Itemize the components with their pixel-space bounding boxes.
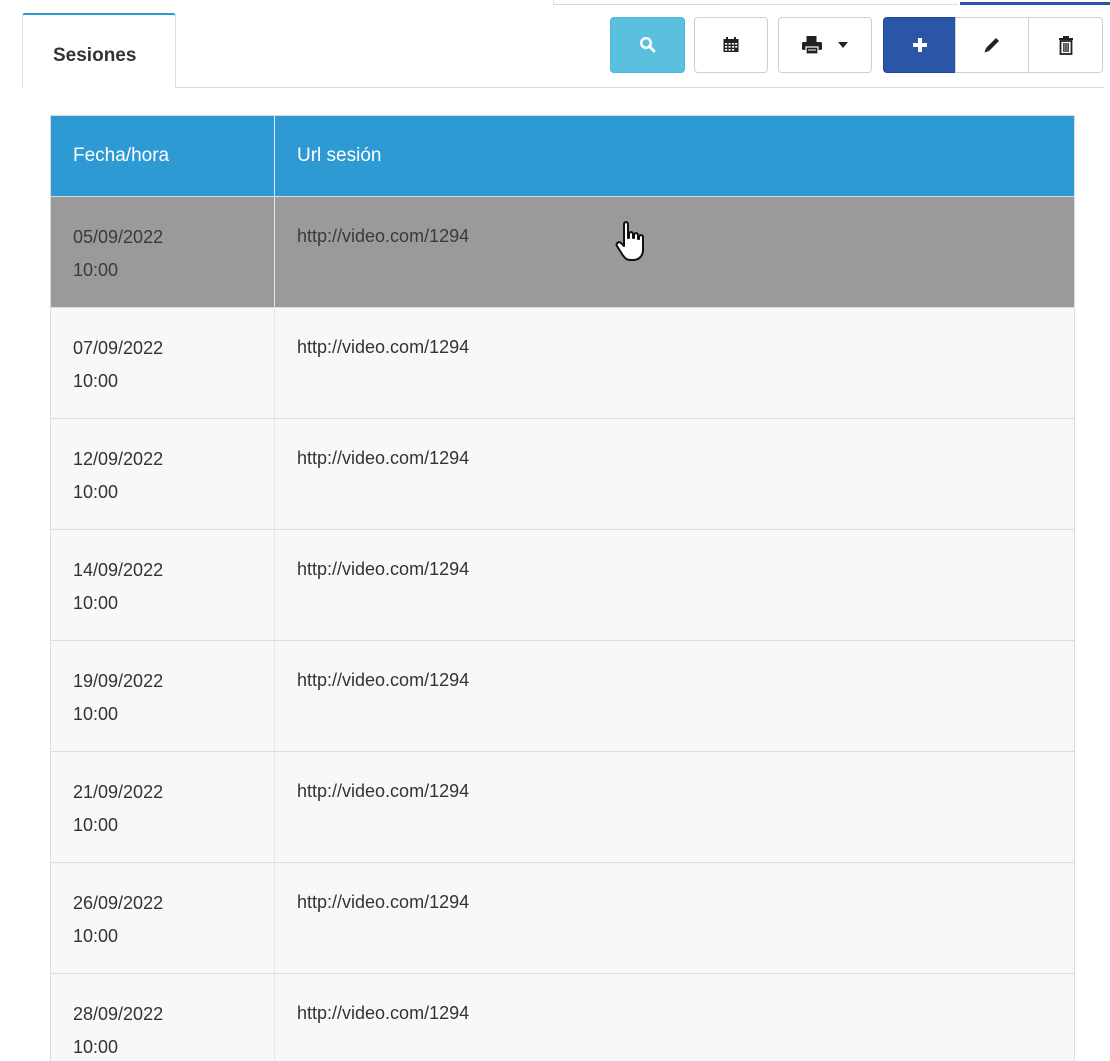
session-time: 10:00 — [73, 260, 119, 280]
page: Sesiones Fecha/hora Url sesión 05/09/202… — [0, 0, 1110, 1061]
session-date: 14/09/2022 — [73, 560, 164, 580]
session-date: 28/09/2022 — [73, 1004, 164, 1024]
column-header-fecha-hora[interactable]: Fecha/hora — [51, 116, 275, 196]
delete-button[interactable] — [1028, 17, 1103, 73]
print-icon — [802, 36, 822, 55]
column-header-url-sesion[interactable]: Url sesión — [275, 116, 1074, 196]
cell-fecha-hora: 28/09/2022 10:00 — [51, 974, 275, 1061]
cell-fecha-hora: 14/09/2022 10:00 — [51, 530, 275, 640]
session-time: 10:00 — [73, 926, 119, 946]
table-row[interactable]: 12/09/2022 10:00 http://video.com/1294 — [51, 418, 1074, 529]
cell-url-sesion: http://video.com/1294 — [297, 1003, 470, 1023]
cell-fecha-hora: 19/09/2022 10:00 — [51, 641, 275, 751]
session-date: 05/09/2022 — [73, 227, 164, 247]
calendar-button[interactable] — [694, 17, 768, 73]
cell-url-sesion: http://video.com/1294 — [297, 226, 470, 246]
cell-url-sesion: http://video.com/1294 — [297, 892, 470, 912]
session-time: 10:00 — [73, 704, 119, 724]
table-header: Fecha/hora Url sesión — [51, 116, 1074, 196]
search-icon — [639, 36, 655, 53]
calendar-icon — [723, 37, 739, 52]
session-time: 10:00 — [73, 1037, 119, 1057]
table-row[interactable]: 26/09/2022 10:00 http://video.com/1294 — [51, 862, 1074, 973]
cell-fecha-hora: 12/09/2022 10:00 — [51, 419, 275, 529]
cell-fecha-hora: 07/09/2022 10:00 — [51, 308, 275, 418]
table-row[interactable]: 19/09/2022 10:00 http://video.com/1294 — [51, 640, 1074, 751]
session-time: 10:00 — [73, 815, 119, 835]
session-time: 10:00 — [73, 593, 119, 613]
session-date: 19/09/2022 — [73, 671, 164, 691]
session-date: 21/09/2022 — [73, 782, 164, 802]
print-dropdown-button[interactable] — [778, 17, 872, 73]
table-row[interactable]: 14/09/2022 10:00 http://video.com/1294 — [51, 529, 1074, 640]
tab-sesiones[interactable]: Sesiones — [22, 13, 176, 88]
table-row[interactable]: 21/09/2022 10:00 http://video.com/1294 — [51, 751, 1074, 862]
chevron-down-icon — [838, 42, 848, 48]
edit-button[interactable] — [955, 17, 1029, 73]
cell-url-sesion: http://video.com/1294 — [297, 559, 470, 579]
table-row[interactable]: 05/09/2022 10:00 http://video.com/1294 — [51, 196, 1074, 307]
hand-cursor-icon — [615, 221, 644, 261]
tab-label: Sesiones — [53, 45, 137, 66]
add-button[interactable] — [883, 17, 956, 73]
sessions-table: Fecha/hora Url sesión 05/09/2022 10:00 htt… — [50, 115, 1075, 1061]
table-row[interactable]: 28/09/2022 10:00 http://video.com/1294 — [51, 973, 1074, 1061]
session-date: 07/09/2022 — [73, 338, 164, 358]
search-button[interactable] — [610, 17, 685, 73]
cell-fecha-hora: 05/09/2022 10:00 — [51, 197, 275, 307]
session-date: 26/09/2022 — [73, 893, 164, 913]
table-row[interactable]: 07/09/2022 10:00 http://video.com/1294 — [51, 307, 1074, 418]
cell-fecha-hora: 26/09/2022 10:00 — [51, 863, 275, 973]
top-strip — [0, 0, 1110, 6]
trash-icon — [1058, 36, 1073, 55]
cell-url-sesion: http://video.com/1294 — [297, 448, 470, 468]
top-divider — [718, 0, 958, 5]
cell-url-sesion: http://video.com/1294 — [297, 337, 470, 357]
cell-url-sesion: http://video.com/1294 — [297, 670, 470, 690]
session-date: 12/09/2022 — [73, 449, 164, 469]
table-body: 05/09/2022 10:00 http://video.com/1294 07/0… — [51, 196, 1074, 1061]
top-active-indicator — [960, 0, 1110, 5]
session-time: 10:00 — [73, 371, 119, 391]
cell-url-sesion: http://video.com/1294 — [297, 781, 470, 801]
top-divider — [553, 0, 718, 5]
session-time: 10:00 — [73, 482, 119, 502]
pencil-icon — [984, 38, 999, 53]
cell-fecha-hora: 21/09/2022 10:00 — [51, 752, 275, 862]
plus-icon — [912, 38, 927, 52]
